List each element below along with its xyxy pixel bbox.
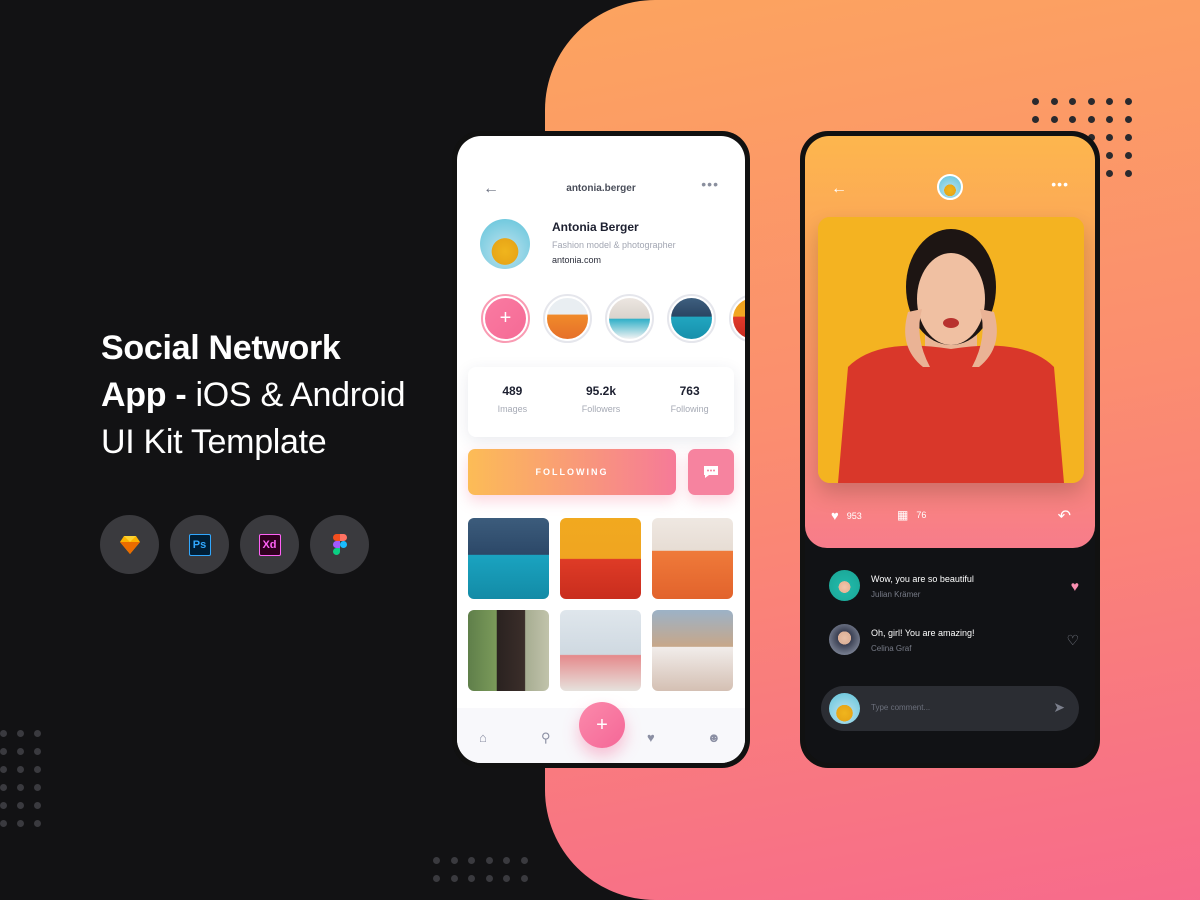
photo-thumbnail[interactable]	[652, 518, 733, 599]
more-icon[interactable]: •••	[701, 176, 719, 192]
photo-thumbnail[interactable]	[468, 610, 549, 691]
story-item[interactable]	[543, 294, 592, 343]
profile-site-link[interactable]: antonia.com	[552, 255, 601, 265]
stat-label: Following	[670, 404, 709, 414]
profile-role: Fashion model & photographer	[552, 240, 676, 250]
decorative-dots	[0, 730, 51, 827]
decorative-dots	[433, 857, 538, 882]
tool-icons: Ps Xd	[100, 515, 369, 574]
post-photo[interactable]	[818, 217, 1084, 483]
headline-line-2-light: iOS & Android	[186, 376, 406, 414]
avatar[interactable]	[829, 570, 860, 601]
avatar[interactable]	[480, 219, 530, 269]
stat-following[interactable]: 763 Following	[650, 384, 730, 437]
post-photo-illustration	[818, 217, 1084, 483]
photo-grid	[468, 518, 733, 691]
following-button[interactable]: FOLLOWING	[468, 449, 676, 495]
like-count-value: 953	[846, 510, 862, 521]
avatar[interactable]	[937, 174, 963, 200]
photo-thumbnail[interactable]	[560, 610, 641, 691]
comment-item: Wow, you are so beautiful Julian Krämer …	[829, 570, 1079, 604]
stat-images[interactable]: 489 Images	[472, 384, 552, 437]
comment-input[interactable]: Type comment...	[871, 703, 930, 712]
comment-count-value: 76	[916, 510, 927, 520]
home-icon[interactable]: ⌂	[479, 730, 487, 745]
headline-line-1: Social Network	[101, 329, 341, 367]
more-icon[interactable]: •••	[1051, 176, 1069, 192]
add-post-button[interactable]: +	[579, 702, 625, 748]
post-screen: ← ••• ♥ 953 ▦ 76 ↶ Wow, you are so beaut…	[805, 136, 1095, 763]
comment-count[interactable]: ▦ 76	[897, 508, 926, 522]
arrow-left-icon[interactable]: ←	[831, 180, 847, 198]
stat-followers[interactable]: 95.2k Followers	[561, 384, 641, 437]
avatar[interactable]	[829, 624, 860, 655]
photo-thumbnail[interactable]	[468, 518, 549, 599]
stat-value: 489	[502, 384, 523, 398]
story-item[interactable]	[729, 294, 745, 343]
heart-icon[interactable]: ♥	[647, 730, 655, 745]
photoshop-icon: Ps	[170, 515, 229, 574]
profile-screen: ← antonia.berger ••• Antonia Berger Fash…	[457, 136, 745, 763]
comment-text: Wow, you are so beautiful	[871, 574, 974, 584]
xd-icon: Xd	[240, 515, 299, 574]
stat-value: 95.2k	[585, 384, 616, 398]
profile-header: ← antonia.berger •••	[457, 176, 745, 200]
comment-icon: ▦	[897, 508, 909, 522]
figma-icon	[310, 515, 369, 574]
stats-card: 489 Images 95.2k Followers 763 Following	[468, 367, 734, 437]
stat-label: Images	[497, 404, 528, 414]
message-button[interactable]	[688, 449, 734, 495]
photo-thumbnail[interactable]	[560, 518, 641, 599]
photo-thumbnail[interactable]	[652, 610, 733, 691]
story-item[interactable]	[667, 294, 716, 343]
story-item[interactable]	[605, 294, 654, 343]
headline-line-3: UI Kit Template	[101, 423, 327, 461]
stories-row: +	[481, 294, 745, 343]
reply-icon[interactable]: ↶	[1058, 506, 1071, 526]
comment-author[interactable]: Celina Graf	[871, 644, 911, 653]
headline-line-2-bold: App -	[101, 376, 187, 414]
profile-name: Antonia Berger	[552, 220, 639, 234]
heart-icon: ♥	[831, 508, 839, 523]
stat-value: 763	[679, 384, 700, 398]
avatar	[829, 693, 860, 724]
plus-icon: +	[485, 298, 526, 339]
post-header-area: ← ••• ♥ 953 ▦ 76 ↶	[805, 136, 1095, 548]
comment-text: Oh, girl! You are amazing!	[871, 628, 975, 638]
chat-icon	[704, 466, 718, 478]
comment-author[interactable]: Julian Krämer	[871, 590, 920, 599]
search-icon[interactable]: ⚲	[541, 730, 551, 746]
profile-phone: ← antonia.berger ••• Antonia Berger Fash…	[452, 131, 750, 768]
post-phone: ← ••• ♥ 953 ▦ 76 ↶ Wow, you are so beaut…	[800, 131, 1100, 768]
comment-item: Oh, girl! You are amazing! Celina Graf ♡	[829, 624, 1079, 658]
like-count[interactable]: ♥ 953	[831, 508, 862, 523]
stat-label: Followers	[581, 404, 621, 414]
heart-outline-icon[interactable]: ♡	[1066, 632, 1079, 649]
sketch-icon	[100, 515, 159, 574]
send-icon[interactable]: ➤	[1053, 699, 1065, 716]
add-story-button[interactable]: +	[481, 294, 530, 343]
profile-icon[interactable]: ☻	[707, 730, 721, 745]
comment-input-bar[interactable]: Type comment... ➤	[821, 686, 1079, 731]
headline: Social Network App - iOS & Android UI Ki…	[101, 325, 405, 466]
heart-filled-icon[interactable]: ♥	[1071, 578, 1079, 594]
